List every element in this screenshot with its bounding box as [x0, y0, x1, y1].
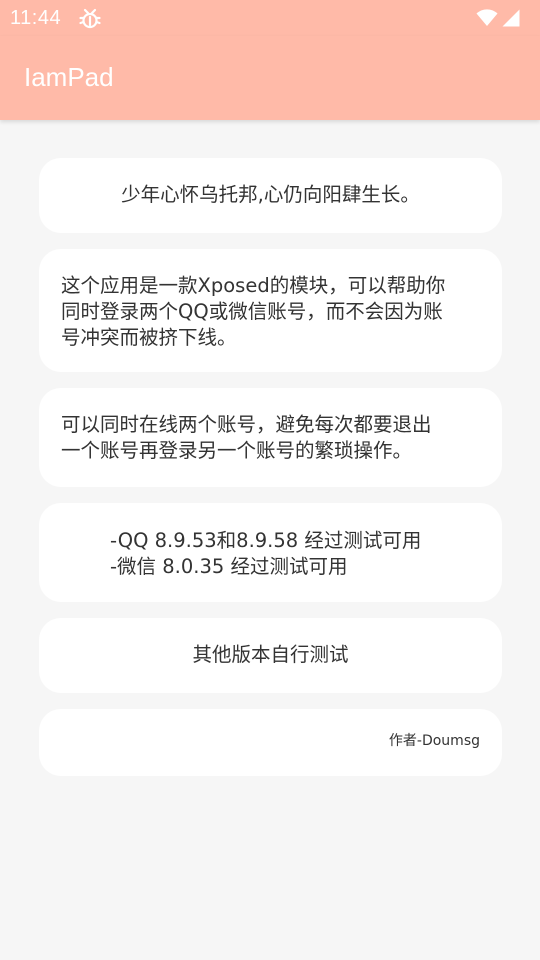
status-time: 11:44: [10, 7, 62, 29]
description-card: 这个应用是一款Xposed的模块，可以帮助你 同时登录两个QQ或微信账号，而不会…: [39, 249, 502, 372]
slogan-card: 少年心怀乌托邦,心仍向阳肆生长。: [39, 158, 502, 233]
compatibility-text: -QQ 8.9.53和8.9.58 经过测试可用 -微信 8.0.35 经过测试…: [110, 529, 422, 578]
author-card: 作者-Doumsg: [39, 709, 502, 776]
app-title: IamPad: [24, 62, 114, 92]
feature-card: 可以同时在线两个账号，避免每次都要退出 一个账号再登录另一个账号的繁琐操作。: [39, 388, 502, 487]
compatibility-card: -QQ 8.9.53和8.9.58 经过测试可用 -微信 8.0.35 经过测试…: [39, 503, 502, 602]
other-versions-text: 其他版本自行测试: [192, 643, 349, 666]
wifi-icon: [476, 9, 498, 26]
cell-signal-icon: [502, 9, 520, 27]
description-text: 这个应用是一款Xposed的模块，可以帮助你 同时登录两个QQ或微信账号，而不会…: [61, 274, 446, 349]
app-bar: IamPad: [0, 36, 540, 120]
author-text: 作者-Doumsg: [388, 733, 480, 749]
feature-text: 可以同时在线两个账号，避免每次都要退出 一个账号再登录另一个账号的繁琐操作。: [61, 413, 432, 462]
status-bar: 11:44: [0, 0, 540, 36]
other-versions-card: 其他版本自行测试: [39, 618, 502, 693]
bug-icon: [79, 8, 101, 29]
slogan-text: 少年心怀乌托邦,心仍向阳肆生长。: [121, 183, 420, 206]
